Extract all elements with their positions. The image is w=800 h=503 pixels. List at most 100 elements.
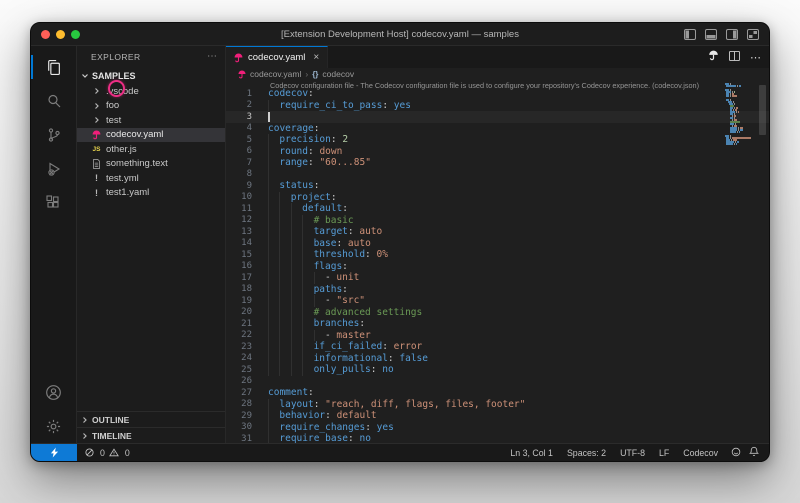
- code-text: informational: false: [268, 352, 428, 364]
- tree-item-label: other.js: [106, 143, 137, 155]
- code-line-12[interactable]: 12 # basic: [226, 214, 769, 226]
- close-button[interactable]: [41, 29, 50, 39]
- split-editor-icon[interactable]: [729, 48, 740, 66]
- explorer-more-actions-icon[interactable]: ⋯: [207, 52, 217, 62]
- section-timeline[interactable]: TIMELINE: [77, 427, 225, 443]
- code-text: project:: [268, 191, 337, 203]
- code-text: - unit: [268, 272, 359, 284]
- customize-layout-icon[interactable]: [747, 28, 759, 40]
- breadcrumb-file[interactable]: codecov.yaml: [250, 69, 301, 79]
- section-outline[interactable]: OUTLINE: [77, 411, 225, 427]
- status-item[interactable]: Codecov: [676, 448, 725, 458]
- code-line-19[interactable]: 19 - "src": [226, 295, 769, 307]
- search-icon[interactable]: [31, 84, 77, 118]
- settings-gear-icon[interactable]: [31, 409, 77, 443]
- code-line-13[interactable]: 13 target: auto: [226, 226, 769, 238]
- tree-item-foo[interactable]: foo: [77, 99, 225, 114]
- tab-codecov-yaml[interactable]: codecov.yaml ×: [226, 46, 329, 68]
- text-cursor: [268, 111, 270, 122]
- code-text: round: down: [268, 145, 342, 157]
- code-line-4[interactable]: 4 coverage:: [226, 123, 769, 135]
- tree-item-.vscode[interactable]: .vscode: [77, 84, 225, 99]
- tree-item-test[interactable]: test: [77, 113, 225, 128]
- code-line-3[interactable]: 3: [226, 111, 769, 123]
- yaml-file-icon: !: [95, 187, 98, 198]
- warnings-icon: [108, 448, 119, 457]
- status-item[interactable]: Ln 3, Col 1: [503, 448, 560, 458]
- chevron-right-icon: [94, 102, 99, 109]
- code-line-14[interactable]: 14 base: auto: [226, 237, 769, 249]
- line-number: 26: [241, 376, 252, 387]
- tree-item-codecov.yaml[interactable]: codecov.yaml: [77, 127, 225, 142]
- code-line-22[interactable]: 22 - master: [226, 329, 769, 341]
- breadcrumb-symbol[interactable]: codecov: [322, 69, 354, 79]
- code-line-17[interactable]: 17 - unit: [226, 272, 769, 284]
- code-line-15[interactable]: 15 threshold: 0%: [226, 249, 769, 261]
- code-text: # basic: [268, 214, 354, 226]
- extensions-icon[interactable]: [31, 186, 77, 220]
- accounts-icon[interactable]: [31, 375, 77, 409]
- toggle-panel-icon[interactable]: [705, 28, 717, 40]
- code-line-18[interactable]: 18 paths:: [226, 283, 769, 295]
- tab-close-icon[interactable]: ×: [313, 52, 319, 63]
- tree-item-test1.yaml[interactable]: ! test1.yaml: [77, 186, 225, 201]
- notifications-bell-icon[interactable]: [749, 446, 759, 459]
- code-line-6[interactable]: 6 round: down: [226, 145, 769, 157]
- code-line-30[interactable]: 30 require_changes: yes: [226, 421, 769, 433]
- chevron-right-icon: [83, 432, 87, 439]
- code-line-21[interactable]: 21 branches:: [226, 318, 769, 330]
- code-line-24[interactable]: 24 informational: false: [226, 352, 769, 364]
- codecov-action-icon[interactable]: [708, 48, 719, 66]
- toggle-primary-sidebar-icon[interactable]: [684, 28, 696, 40]
- scrollbar-thumb[interactable]: [759, 85, 766, 135]
- feedback-icon[interactable]: [731, 447, 741, 459]
- line-number: 2: [246, 100, 252, 111]
- explorer-icon[interactable]: [31, 50, 77, 84]
- errors-icon: [85, 448, 94, 457]
- line-number: 17: [241, 272, 252, 283]
- tree-item-other.js[interactable]: JS other.js: [77, 142, 225, 157]
- code-line-10[interactable]: 10 project:: [226, 191, 769, 203]
- zoom-button[interactable]: [71, 29, 80, 39]
- run-debug-icon[interactable]: [31, 152, 77, 186]
- status-item[interactable]: Spaces: 2: [560, 448, 613, 458]
- code-line-2[interactable]: 2 require_ci_to_pass: yes: [226, 99, 769, 111]
- code-text: - "src": [268, 295, 365, 307]
- code-text: comment:: [268, 387, 314, 399]
- code-line-9[interactable]: 9 status:: [226, 180, 769, 192]
- tree-item-something.text[interactable]: something.text: [77, 157, 225, 172]
- toggle-secondary-sidebar-icon[interactable]: [726, 28, 738, 40]
- code-line-5[interactable]: 5 precision: 2: [226, 134, 769, 146]
- status-item[interactable]: LF: [652, 448, 676, 458]
- code-line-16[interactable]: 16 flags:: [226, 260, 769, 272]
- code-line-28[interactable]: 28 layout: "reach, diff, flags, files, fo…: [226, 398, 769, 410]
- code-line-23[interactable]: 23 if_ci_failed: error: [226, 341, 769, 353]
- minimap[interactable]: [725, 83, 753, 145]
- workspace-section-header[interactable]: SAMPLES: [77, 68, 225, 84]
- code-line-26[interactable]: 26: [226, 376, 769, 388]
- code-line-25[interactable]: 25 only_pulls: no: [226, 364, 769, 376]
- code-area[interactable]: Codecov configuration file - The Codecov…: [226, 80, 769, 443]
- editor-more-actions-icon[interactable]: ⋯: [750, 51, 761, 64]
- codecov-file-icon: [92, 130, 101, 140]
- status-item[interactable]: UTF-8: [613, 448, 652, 458]
- explorer-sidebar: EXPLORER ⋯ SAMPLES .vscode foo test codecov…: [77, 46, 226, 443]
- title-bar[interactable]: [Extension Development Host] codecov.yam…: [31, 23, 769, 46]
- code-line-7[interactable]: 7 range: "60...85": [226, 157, 769, 169]
- code-line-31[interactable]: 31 require_base: no: [226, 433, 769, 443]
- source-control-icon[interactable]: [31, 118, 77, 152]
- chevron-down-icon: [82, 74, 88, 78]
- breadcrumb-separator: ›: [305, 69, 309, 79]
- code-line-20[interactable]: 20 # advanced settings: [226, 306, 769, 318]
- remote-indicator[interactable]: [31, 444, 77, 461]
- code-line-29[interactable]: 29 behavior: default: [226, 410, 769, 422]
- activity-bar: [31, 46, 77, 443]
- code-line-27[interactable]: 27 comment:: [226, 387, 769, 399]
- tree-item-test.yml[interactable]: ! test.yml: [77, 171, 225, 186]
- minimize-button[interactable]: [56, 29, 65, 39]
- code-line-8[interactable]: 8: [226, 168, 769, 180]
- problems-status[interactable]: 0 0: [77, 448, 130, 458]
- tree-item-label: test1.yaml: [106, 187, 150, 199]
- code-line-11[interactable]: 11 default:: [226, 203, 769, 215]
- editor-group: codecov.yaml × ⋯ codecov.yaml › {} codec…: [226, 46, 769, 443]
